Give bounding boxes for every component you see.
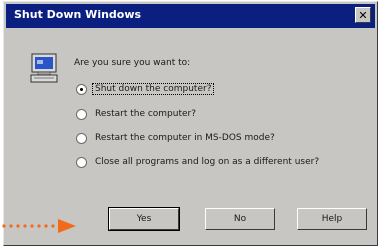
option-shut-down[interactable]: Shut down the computer? — [76, 81, 215, 97]
computer-icon — [30, 53, 58, 83]
option-log-on-different-user[interactable]: Close all programs and log on as a diffe… — [76, 154, 321, 170]
option-restart[interactable]: Restart the computer? — [76, 106, 198, 122]
help-button[interactable]: Help — [297, 208, 367, 230]
prompt-text: Are you sure you want to: — [74, 58, 191, 68]
radio-shut-down[interactable] — [76, 83, 87, 95]
shut-down-dialog: Shut Down Windows ✕ Are you sure you wan… — [3, 1, 378, 246]
radio-log-on-different-user[interactable] — [76, 156, 87, 168]
radio-restart[interactable] — [76, 108, 87, 120]
option-label: Restart the computer in MS-DOS mode? — [95, 133, 275, 143]
dotted-arrow-icon — [2, 219, 76, 233]
title-bar: Shut Down Windows ✕ — [6, 4, 375, 28]
option-restart-msdos[interactable]: Restart the computer in MS-DOS mode? — [76, 130, 277, 146]
radio-restart-msdos[interactable] — [76, 132, 87, 144]
window-title: Shut Down Windows — [14, 8, 142, 21]
yes-button[interactable]: Yes — [108, 207, 180, 231]
close-button[interactable]: ✕ — [355, 7, 371, 23]
option-label: Restart the computer? — [95, 109, 197, 119]
option-label: Shut down the computer? — [91, 83, 215, 95]
option-label: Close all programs and log on as a diffe… — [95, 157, 320, 167]
no-button[interactable]: No — [205, 208, 275, 230]
